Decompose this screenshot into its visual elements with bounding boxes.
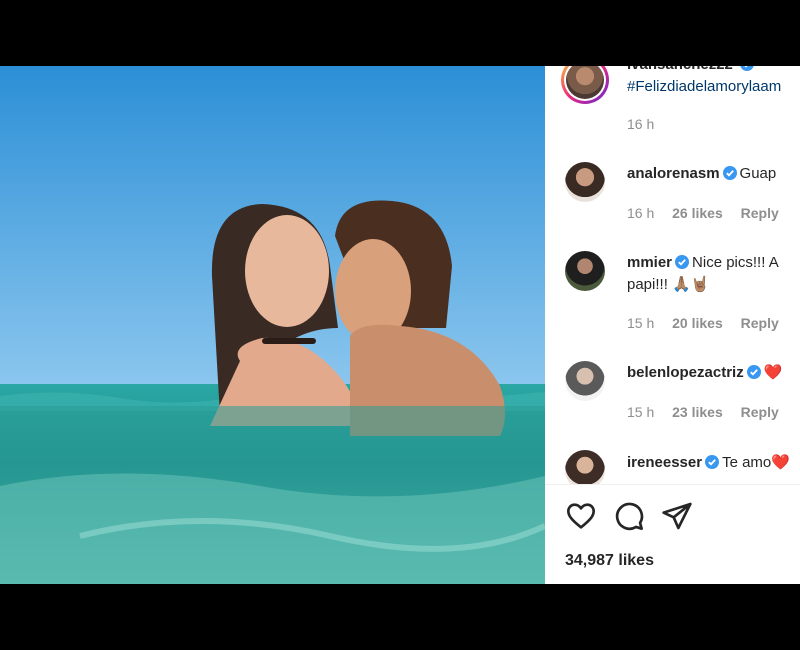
comment-4: ireneesser Te amo❤️ xyxy=(627,452,790,476)
comment-username[interactable]: ireneesser xyxy=(627,454,702,471)
avatar[interactable] xyxy=(565,450,605,484)
instagram-post: ivansanchez22 #Felizdiadelamorylaam 16 h… xyxy=(0,66,800,584)
heart-icon[interactable] xyxy=(565,500,597,532)
comment-likes[interactable]: 23 likes xyxy=(672,404,723,420)
comment-text: Nice pics!!! A xyxy=(692,254,779,271)
comments-list[interactable]: ivansanchez22 #Felizdiadelamorylaam 16 h… xyxy=(545,66,800,484)
likes-count[interactable]: 34,987 likes xyxy=(565,552,654,570)
divider xyxy=(545,484,800,485)
post-sidebar: ivansanchez22 #Felizdiadelamorylaam 16 h… xyxy=(545,66,800,584)
comment-likes[interactable]: 20 likes xyxy=(672,315,723,331)
post-photo[interactable] xyxy=(0,66,545,584)
comment-likes[interactable]: 26 likes xyxy=(672,205,723,221)
reply-button[interactable]: Reply xyxy=(741,404,779,420)
comment-2: mmier Nice pics!!! A xyxy=(627,252,779,276)
caption-meta: 16 h xyxy=(627,116,668,132)
avatar[interactable] xyxy=(565,251,605,291)
paper-plane-icon[interactable] xyxy=(661,500,693,532)
comment-username[interactable]: mmier xyxy=(627,254,672,271)
comment-time[interactable]: 15 h xyxy=(627,315,654,331)
owner-username[interactable]: ivansanchez22 xyxy=(627,66,733,73)
comment-text-continued: papi!!! 🙏🏽🤘🏽 xyxy=(627,276,710,293)
verified-badge-icon xyxy=(675,254,690,276)
comment-username[interactable]: belenlopezactriz xyxy=(627,364,744,381)
caption-time[interactable]: 16 h xyxy=(627,116,654,132)
verified-badge-icon xyxy=(705,454,720,476)
comment-username[interactable]: analorenasm xyxy=(627,165,720,182)
caption-hashtag[interactable]: #Felizdiadelamorylaam xyxy=(627,76,781,98)
avatar[interactable] xyxy=(565,162,605,202)
comment-meta: 16 h 26 likes Reply xyxy=(627,205,793,221)
comment-icon[interactable] xyxy=(613,500,645,532)
comment-text: ❤️ xyxy=(763,364,783,381)
comment-meta: 15 h 23 likes Reply xyxy=(627,404,793,420)
verified-badge-icon xyxy=(746,364,761,386)
owner-avatar[interactable] xyxy=(561,66,609,104)
comment-meta: 15 h 20 likes Reply xyxy=(627,315,793,331)
reply-button[interactable]: Reply xyxy=(741,315,779,331)
comment-1: analorenasm Guap xyxy=(627,163,776,187)
avatar[interactable] xyxy=(565,361,605,401)
comment-3: belenlopezactriz ❤️ xyxy=(627,362,782,386)
reply-button[interactable]: Reply xyxy=(741,205,779,221)
comment-text: Te amo❤️ xyxy=(722,454,790,471)
comment-text: Guap xyxy=(739,165,777,182)
comment-time[interactable]: 15 h xyxy=(627,404,654,420)
comment-time[interactable]: 16 h xyxy=(627,205,654,221)
verified-badge-icon xyxy=(722,165,737,187)
